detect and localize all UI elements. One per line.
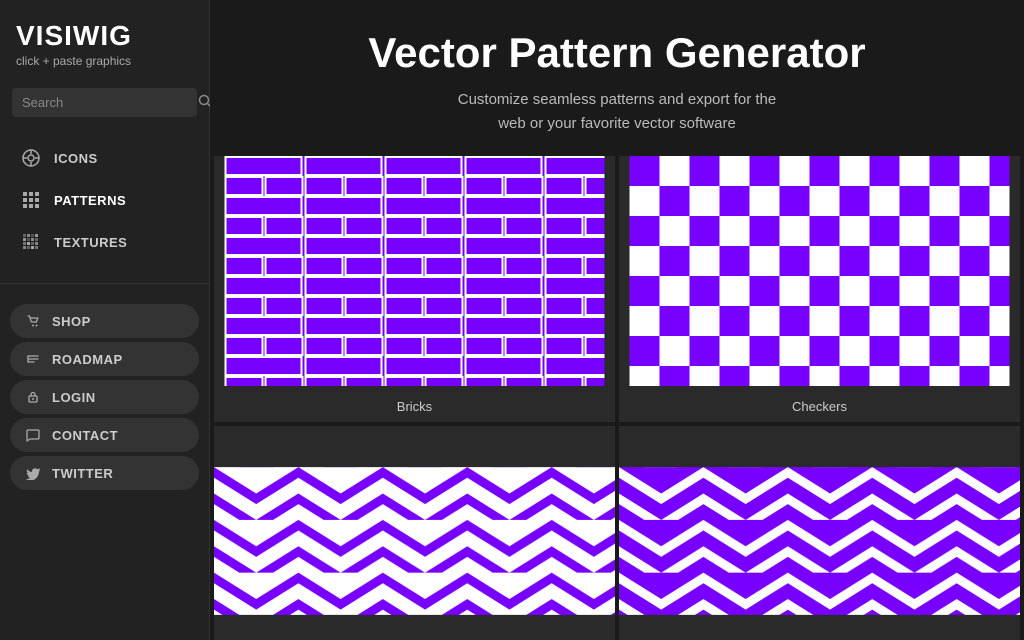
sidebar-item-textures[interactable]: TEXTURES: [0, 221, 209, 263]
sidebar: VISIWIG click + paste graphics: [0, 0, 210, 640]
sidebar-item-twitter[interactable]: TWITTER: [10, 456, 199, 490]
sidebar-item-patterns-label: PATTERNS: [54, 193, 126, 208]
pattern-card-chevron-right[interactable]: [619, 426, 1020, 640]
sidebar-item-login-label: LOGIN: [52, 390, 96, 405]
patterns-icon: [20, 189, 42, 211]
divider: [0, 283, 209, 284]
sidebar-item-twitter-label: TWITTER: [52, 466, 113, 481]
roadmap-icon: [24, 350, 42, 368]
nav-section: ICONS PATTERNS: [0, 133, 209, 279]
main-content: Vector Pattern Generator Customize seaml…: [210, 0, 1024, 640]
sidebar-item-roadmap[interactable]: ROADMAP: [10, 342, 199, 376]
pattern-card-chevron-left[interactable]: [214, 426, 615, 640]
pattern-card-bricks[interactable]: Bricks: [214, 156, 615, 422]
bricks-pattern: [214, 156, 615, 386]
logo-title: VISIWIG: [16, 20, 193, 52]
icons-icon: [20, 147, 42, 169]
pattern-card-checkers[interactable]: Checkers: [619, 156, 1020, 422]
sidebar-item-shop[interactable]: SHOP: [10, 304, 199, 338]
logo-subtitle: click + paste graphics: [16, 54, 193, 68]
sidebar-item-textures-label: TEXTURES: [54, 235, 127, 250]
login-icon: [24, 388, 42, 406]
chevron-left-pattern: [214, 426, 615, 640]
sidebar-item-contact[interactable]: CONTACT: [10, 418, 199, 452]
search-container[interactable]: [12, 88, 197, 117]
page-subtitle: Customize seamless patterns and export f…: [230, 88, 1004, 136]
sidebar-item-patterns[interactable]: PATTERNS: [0, 179, 209, 221]
textures-icon: [20, 231, 42, 253]
chevron-right-pattern: [619, 426, 1020, 640]
checkers-pattern: [619, 156, 1020, 386]
sidebar-item-contact-label: CONTACT: [52, 428, 118, 443]
bottom-nav: SHOP ROADMAP LOGIN: [0, 288, 209, 506]
checkers-label: Checkers: [619, 391, 1020, 422]
logo-area: VISIWIG click + paste graphics: [0, 0, 209, 78]
twitter-icon: [24, 464, 42, 482]
sidebar-item-login[interactable]: LOGIN: [10, 380, 199, 414]
search-input[interactable]: [22, 95, 198, 110]
bricks-label: Bricks: [214, 391, 615, 422]
contact-icon: [24, 426, 42, 444]
sidebar-item-icons-label: ICONS: [54, 151, 98, 166]
page-title: Vector Pattern Generator: [230, 30, 1004, 76]
patterns-grid: Bricks Checkers: [210, 156, 1024, 640]
sidebar-item-icons[interactable]: ICONS: [0, 137, 209, 179]
shop-icon: [24, 312, 42, 330]
sidebar-item-shop-label: SHOP: [52, 314, 91, 329]
main-header: Vector Pattern Generator Customize seaml…: [210, 0, 1024, 156]
sidebar-item-roadmap-label: ROADMAP: [52, 352, 123, 367]
